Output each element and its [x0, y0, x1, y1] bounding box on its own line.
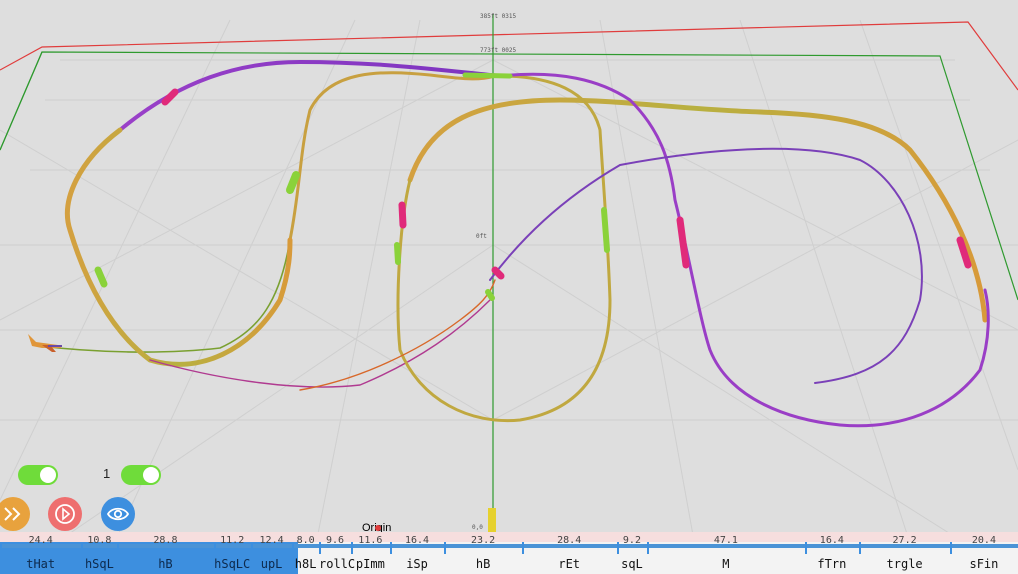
mid-altitude-label: 773ft 0025: [480, 47, 517, 54]
top-altitude-label: 385ft 0315: [480, 13, 517, 20]
play-icon: [55, 504, 75, 524]
segment-label: fTrn: [817, 557, 847, 571]
eye-icon: [106, 507, 130, 521]
timeline-segment[interactable]: 24.4 tHat: [0, 532, 81, 574]
svg-text:0,0: 0,0: [472, 524, 483, 531]
segment-duration: 47.1: [713, 535, 738, 546]
toggle-knob: [143, 467, 159, 483]
maneuver-timeline[interactable]: 24.4 tHat 10.8 hSqL 28.8 hB 11.2 hSqLC 12.4 upL 8.…: [0, 532, 1018, 574]
segment-duration: 8.0: [296, 535, 315, 546]
toggle-knob: [40, 467, 56, 483]
home-marker: 0,0: [472, 508, 496, 532]
path-segment-center-purple: [498, 72, 990, 428]
segment-duration: 24.4: [28, 535, 53, 546]
flight-path: [39, 59, 990, 428]
segment-duration: 10.8: [87, 535, 112, 546]
segment-label: rEt: [558, 557, 581, 571]
segment-duration: 16.4: [819, 535, 844, 546]
segment-label: sqL: [621, 557, 643, 571]
segment-label: hB: [475, 557, 491, 571]
segment-label: tHat: [26, 557, 56, 571]
timeline-segment[interactable]: 20.4 sFin: [949, 532, 1018, 574]
timeline-segment[interactable]: 11.6 pImm: [351, 532, 390, 574]
path-segment-top-purple: [118, 59, 502, 132]
left-toggle[interactable]: [18, 465, 58, 485]
timeline-segment[interactable]: 28.8 hB: [117, 532, 213, 574]
segment-label: hSqL: [84, 557, 114, 571]
segment-label: upL: [260, 557, 283, 571]
path-segment-left-arc: [64, 127, 293, 367]
segment-duration: 11.6: [358, 535, 383, 546]
timeline-segment[interactable]: 11.2 hSqLC: [213, 532, 251, 574]
segment-duration: 9.6: [325, 535, 345, 546]
path-segment-right-loop: [489, 147, 923, 384]
segment-label: M: [722, 557, 730, 571]
segment-duration: 28.4: [557, 535, 582, 546]
right-toggle[interactable]: [121, 465, 161, 485]
visibility-button[interactable]: [101, 497, 135, 531]
path-segment-center-down: [396, 74, 612, 423]
segment-duration: 9.2: [622, 535, 641, 546]
timeline-segment[interactable]: 12.4 upL: [250, 532, 292, 574]
path-segment-purple-low: [149, 299, 491, 388]
timeline-segment[interactable]: 47.1 M: [647, 532, 804, 574]
segment-label: hB: [158, 557, 173, 571]
segment-label: pImm: [355, 557, 385, 571]
timeline-segment[interactable]: 10.8 hSqL: [81, 532, 117, 574]
path-segment-center-loop: [407, 97, 988, 323]
flight-path-viewport[interactable]: 385ft 0315 773ft 0025 0ft Origin: [0, 0, 1018, 574]
timeline-segment[interactable]: 16.4 iSp: [389, 532, 445, 574]
segment-label: trgle: [886, 557, 923, 571]
timeline-segment[interactable]: 9.6 rollC: [319, 532, 356, 574]
segment-duration: 20.4: [971, 535, 996, 546]
segment-label: sFin: [969, 557, 999, 571]
play-button[interactable]: [48, 497, 82, 531]
timeline-segment[interactable]: 27.2 trgle: [859, 532, 950, 574]
segment-duration: 16.4: [404, 535, 430, 546]
segment-duration: 12.4: [259, 535, 284, 546]
timeline-segment[interactable]: 16.4 fTrn: [804, 532, 860, 574]
segment-duration: 23.2: [471, 535, 496, 546]
timeline-segment[interactable]: 9.2 sqL: [616, 532, 648, 574]
segment-label: h8L: [294, 557, 317, 571]
timeline-segment[interactable]: 28.4 rEt: [521, 532, 617, 574]
segment-duration: 28.8: [153, 535, 178, 546]
center-label: 0ft: [476, 233, 487, 240]
segment-duration: 27.2: [892, 535, 917, 546]
segment-duration: 11.2: [220, 535, 245, 546]
toggle-count-label: 1: [103, 466, 111, 481]
fast-forward-icon: [4, 507, 21, 521]
segment-label: iSp: [406, 557, 428, 571]
airplane-icon[interactable]: [28, 334, 62, 352]
boundary-green: [0, 51, 1018, 301]
timeline-segment[interactable]: 8.0 h8L: [292, 532, 319, 574]
segment-label: rollC: [319, 557, 356, 571]
segment-label: hSqLC: [214, 557, 251, 571]
timeline-segment[interactable]: 23.2 hB: [444, 532, 521, 574]
